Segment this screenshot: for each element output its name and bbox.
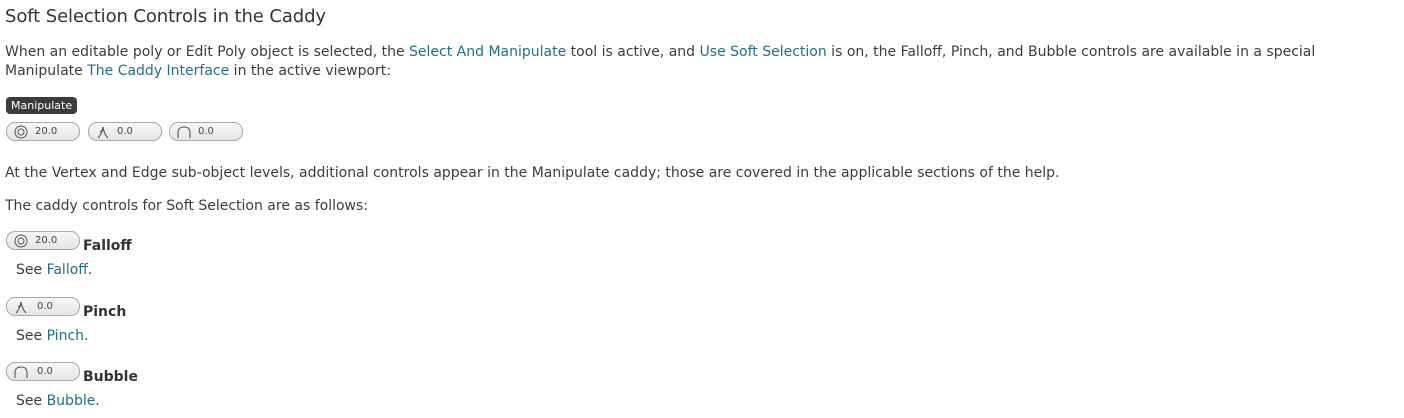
bubble-link[interactable]: Bubble	[47, 393, 96, 409]
falloff-icon	[14, 125, 28, 139]
intro-paragraph: When an editable poly or Edit Poly objec…	[5, 43, 1397, 81]
bubble-term: Bubble	[83, 369, 138, 385]
sub-object-paragraph: At the Vertex and Edge sub-object levels…	[5, 165, 1060, 181]
intro-text-2: tool is active, and	[566, 44, 700, 60]
falloff-term: Falloff	[83, 238, 132, 254]
bubble-icon	[14, 366, 28, 378]
see-suffix: .	[84, 328, 89, 344]
controls-intro-paragraph: The caddy controls for Soft Selection ar…	[5, 198, 369, 214]
select-and-manipulate-link[interactable]: Select And Manipulate	[409, 44, 566, 60]
falloff-link[interactable]: Falloff	[47, 262, 88, 278]
see-prefix: See	[16, 262, 47, 278]
falloff-item-control[interactable]: 20.0	[6, 231, 80, 250]
see-suffix: .	[95, 393, 100, 409]
use-soft-selection-link[interactable]: Use Soft Selection	[700, 44, 827, 60]
pinch-term: Pinch	[83, 304, 127, 320]
falloff-item-value: 20.0	[35, 235, 58, 246]
bubble-see-line: See Bubble.	[16, 393, 100, 409]
page-title: Soft Selection Controls in the Caddy	[5, 6, 326, 27]
intro-text-4: in the active viewport:	[229, 63, 391, 79]
falloff-caddy-control[interactable]: 20.0	[6, 122, 80, 141]
pinch-item-value: 0.0	[37, 301, 53, 312]
pinch-item-control[interactable]: 0.0	[6, 297, 80, 316]
falloff-icon	[14, 234, 28, 248]
pinch-icon	[15, 301, 27, 314]
pinch-value: 0.0	[117, 126, 133, 137]
falloff-see-line: See Falloff.	[16, 262, 92, 278]
pinch-icon	[97, 126, 109, 139]
see-prefix: See	[16, 393, 47, 409]
pinch-link[interactable]: Pinch	[47, 328, 84, 344]
pinch-caddy-control[interactable]: 0.0	[88, 122, 162, 141]
see-suffix: .	[87, 262, 93, 278]
pinch-see-line: See Pinch.	[16, 328, 89, 344]
bubble-icon	[177, 126, 191, 138]
bubble-caddy-control[interactable]: 0.0	[169, 122, 243, 141]
intro-text-1: When an editable poly or Edit Poly objec…	[5, 44, 410, 60]
bubble-item-control[interactable]: 0.0	[6, 362, 80, 381]
see-prefix: See	[16, 328, 47, 344]
manipulate-caddy-badge: Manipulate	[6, 97, 78, 114]
bubble-item-value: 0.0	[37, 366, 53, 377]
bubble-value: 0.0	[198, 126, 214, 137]
falloff-value: 20.0	[35, 126, 58, 137]
caddy-interface-link[interactable]: The Caddy Interface	[87, 63, 229, 79]
help-page: Soft Selection Controls in the Caddy Whe…	[0, 0, 1404, 418]
